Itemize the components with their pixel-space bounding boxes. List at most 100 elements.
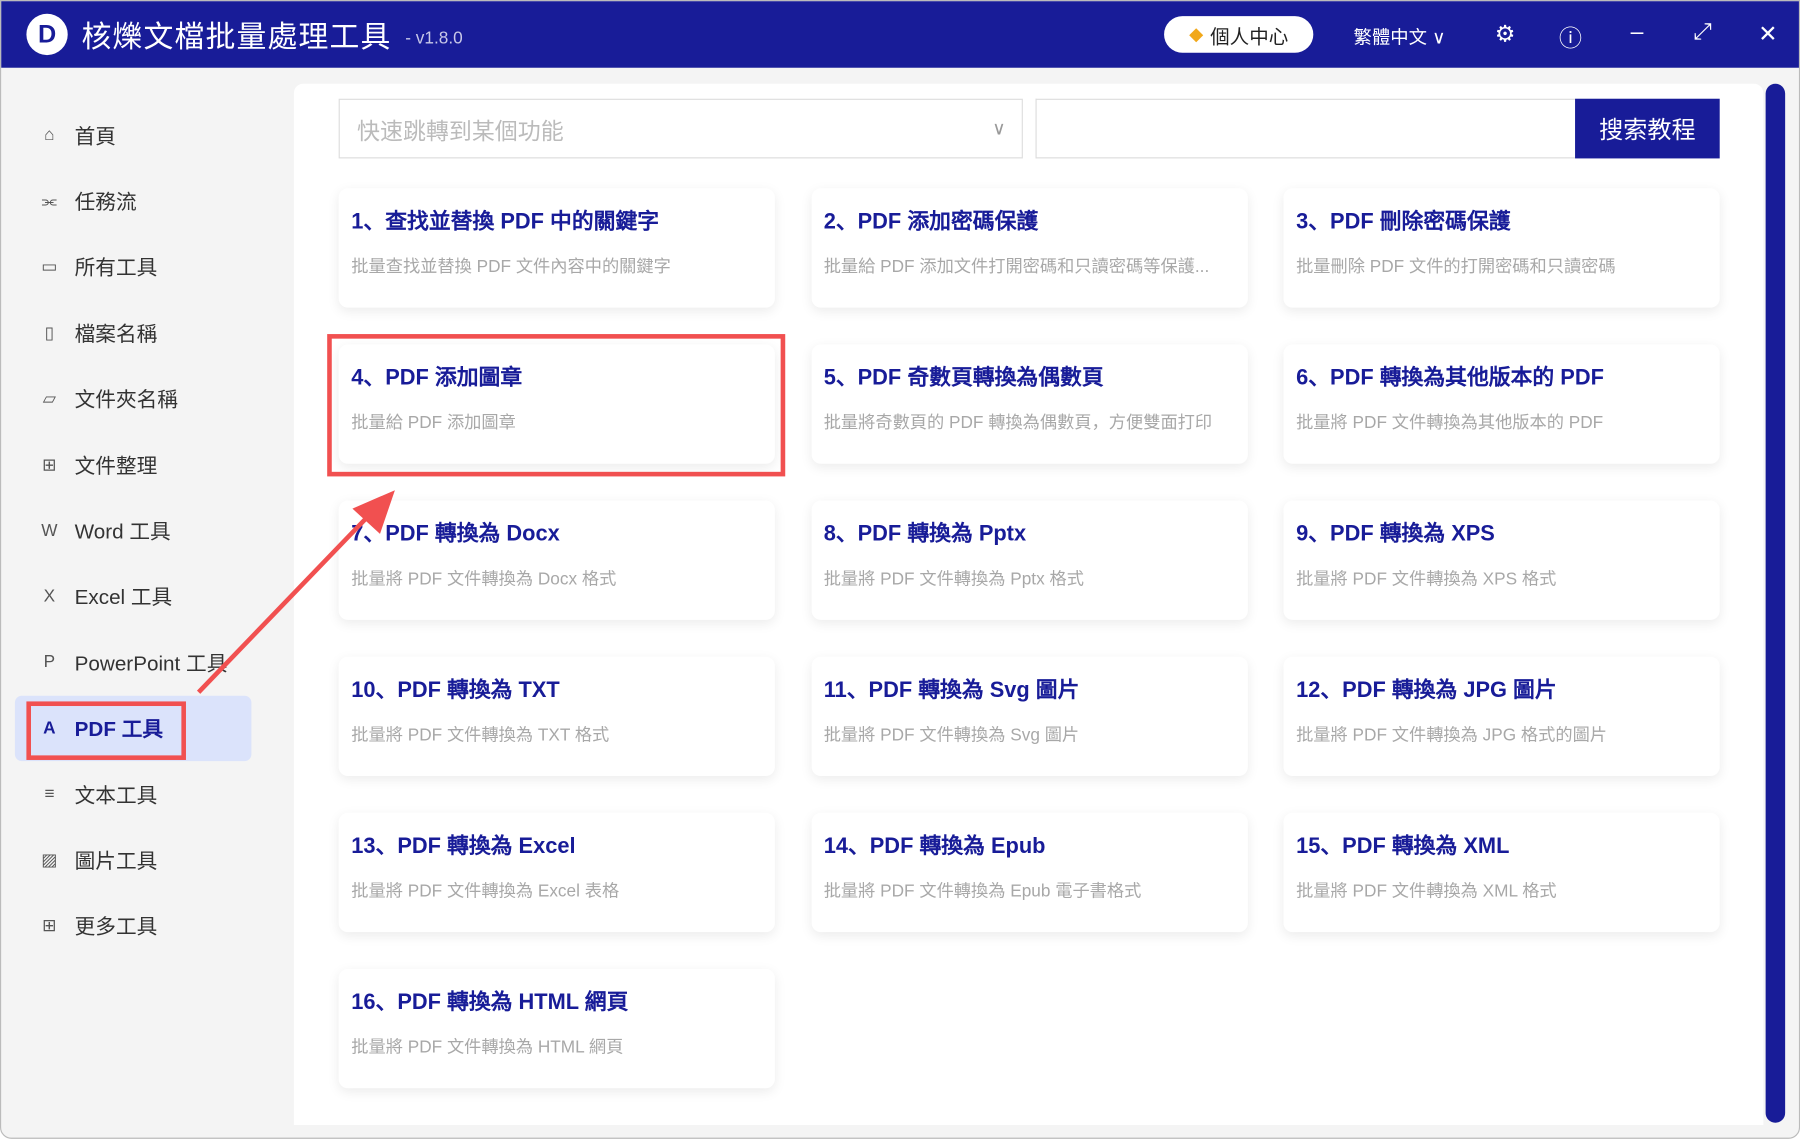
tool-card-title: 15、PDF 轉換為 XML	[1296, 834, 1510, 859]
sidebar-item-label: 文件夾名稱	[74, 388, 178, 412]
personal-center-button[interactable]: ◆ 個人中心	[1164, 16, 1314, 53]
tool-card-description: 批量將 PDF 文件轉換為 JPG 格式的圖片	[1296, 725, 1608, 746]
sidebar-item-label: 首頁	[74, 124, 116, 148]
tutorial-search-input[interactable]	[1035, 98, 1576, 159]
home-icon: ⌂	[44, 125, 55, 145]
tool-card[interactable]: 5、PDF 奇數頁轉換為偶數頁批量將奇數頁的 PDF 轉換為偶數頁，方便雙面打印	[811, 344, 1248, 464]
sidebar-item-label: 檔案名稱	[74, 322, 158, 346]
title-bar: D 核爍文檔批量處理工具 - v1.8.0 ◆ 個人中心 繁體中文 ∨ ⚙ ⓘ –…	[1, 1, 1799, 68]
tool-card-description: 批量將 PDF 文件轉換為 TXT 格式	[351, 725, 610, 746]
tool-card-description: 批量將奇數頁的 PDF 轉換為偶數頁，方便雙面打印	[823, 413, 1213, 433]
workflow-icon: ⫘	[41, 191, 58, 211]
language-select[interactable]: 繁體中文 ∨	[1353, 22, 1445, 50]
tool-card-description: 批量將 PDF 文件轉換為 XPS 格式	[1296, 569, 1557, 589]
jump-placeholder: 快速跳轉到某個功能	[357, 118, 564, 145]
tool-card-description: 批量查找並替換 PDF 文件內容中的關鍵字	[351, 257, 671, 277]
tool-card-description: 批量將 PDF 文件轉換為 Docx 格式	[351, 569, 617, 589]
card-highlight-box	[327, 334, 786, 477]
tool-card-title: 16、PDF 轉換為 HTML 網頁	[351, 990, 629, 1015]
word-icon: W	[41, 520, 58, 541]
tool-card-title: 8、PDF 轉換為 Pptx	[823, 522, 1027, 547]
tool-card-title: 2、PDF 添加密碼保護	[823, 210, 1039, 235]
maximize-icon[interactable]: ⤢	[1689, 20, 1717, 46]
tool-card[interactable]: 9、PDF 轉換為 XPS 批量將 PDF 文件轉換為 XPS 格式	[1283, 500, 1720, 620]
help-icon[interactable]: ⓘ	[1557, 20, 1585, 53]
tool-card[interactable]: 7、PDF 轉換為 Docx 批量將 PDF 文件轉換為 Docx 格式	[338, 500, 775, 620]
tool-card[interactable]: 2、PDF 添加密碼保護批量給 PDF 添加文件打開密碼和只讀密碼等保護...	[811, 188, 1248, 308]
tool-card-title: 10、PDF 轉換為 TXT	[351, 678, 560, 703]
file-icon: ▯	[44, 323, 55, 344]
tool-card-description: 批量將 PDF 文件轉換為 Excel 表格	[351, 881, 620, 902]
tool-card-description: 批量將 PDF 文件轉換為 XML 格式	[1296, 881, 1557, 902]
sidebar-item-label: 任務流	[74, 190, 137, 214]
tool-card[interactable]: 10、PDF 轉換為 TXT 批量將 PDF 文件轉換為 TXT 格式	[338, 656, 775, 777]
sidebar-item[interactable]: ⫘ 任務流	[15, 168, 251, 234]
sidebar-item[interactable]: ▭ 所有工具	[15, 234, 251, 300]
sidebar-item[interactable]: W Word 工具	[15, 497, 251, 563]
tool-card-description: 批量將 PDF 文件轉換為 Epub 電子書格式	[823, 881, 1142, 902]
language-label: 繁體中文	[1353, 28, 1427, 49]
excel-icon: X	[43, 586, 56, 607]
tool-card-title: 6、PDF 轉換為其他版本的 PDF	[1296, 366, 1604, 391]
monitor-icon: ▭	[41, 257, 58, 278]
sidebar: ⌂ 首頁 ⫘ 任務流 ▭ 所有工具 ▯ 檔案名稱 ▱ 文件夾名稱 ⊞ 文件整理 W Word 工具 X Exc…	[14, 102, 252, 959]
sidebar-item[interactable]: ≡ 文本工具	[15, 761, 251, 827]
tool-card-title: 13、PDF 轉換為 Excel	[351, 834, 576, 859]
chevron-down-icon: ∨	[1432, 28, 1446, 49]
personal-center-label: 個人中心	[1210, 25, 1289, 48]
tool-card[interactable]: 8、PDF 轉換為 Pptx 批量將 PDF 文件轉換為 Pptx 格式	[811, 500, 1248, 620]
tool-card[interactable]: 1、查找並替換 PDF 中的關鍵字批量查找並替換 PDF 文件內容中的關鍵字	[338, 188, 775, 308]
powerpoint-icon: P	[43, 652, 56, 672]
sidebar-item[interactable]: ▯ 檔案名稱	[15, 300, 251, 366]
tool-card-description: 批量刪除 PDF 文件的打開密碼和只讀密碼	[1296, 257, 1616, 277]
sidebar-item-label: 文件整理	[74, 454, 158, 478]
jump-to-feature-select[interactable]: 快速跳轉到某個功能 ∨	[338, 98, 1023, 159]
diamond-icon: ◆	[1189, 25, 1204, 45]
scrollbar[interactable]	[1765, 83, 1786, 1123]
close-icon[interactable]: ✕	[1754, 20, 1782, 49]
chevron-down-icon: ∨	[992, 119, 1006, 139]
tool-card-title: 1、查找並替換 PDF 中的關鍵字	[351, 210, 660, 235]
sidebar-item[interactable]: X Excel 工具	[15, 563, 251, 629]
app-title: 核爍文檔批量處理工具	[81, 18, 392, 54]
tool-card[interactable]: 14、PDF 轉換為 Epub 批量將 PDF 文件轉換為 Epub 電子書格式	[811, 812, 1248, 933]
minimize-icon[interactable]: –	[1623, 20, 1651, 46]
sidebar-item[interactable]: P PowerPoint 工具	[15, 629, 251, 695]
sidebar-item-label: 所有工具	[74, 256, 158, 280]
tool-card-description: 批量將 PDF 文件轉換為 Svg 圖片	[823, 725, 1080, 746]
sidebar-item[interactable]: ▨ 圖片工具	[15, 827, 251, 893]
tool-card[interactable]: 16、PDF 轉換為 HTML 網頁批量將 PDF 文件轉換為 HTML 網頁	[338, 968, 775, 1089]
tool-card[interactable]: 6、PDF 轉換為其他版本的 PDF 批量將 PDF 文件轉換為其他版本的 PDF	[1283, 344, 1720, 464]
sidebar-item[interactable]: ⊞ 更多工具	[15, 893, 251, 959]
tool-card[interactable]: 13、PDF 轉換為 Excel 批量將 PDF 文件轉換為 Excel 表格	[338, 812, 775, 933]
sidebar-item-label: Word 工具	[74, 520, 171, 544]
image-icon: ▨	[41, 850, 58, 871]
tool-card[interactable]: 3、PDF 刪除密碼保護批量刪除 PDF 文件的打開密碼和只讀密碼	[1283, 188, 1720, 308]
main-panel: 快速跳轉到某個功能 ∨ 搜索教程 1、查找並替換 PDF 中的關鍵字批量查找並替換…	[293, 83, 1764, 1126]
sidebar-item-label: 文本工具	[74, 783, 158, 807]
tool-card-description: 批量將 PDF 文件轉換為 Pptx 格式	[823, 569, 1084, 589]
tool-card[interactable]: 15、PDF 轉換為 XML 批量將 PDF 文件轉換為 XML 格式	[1283, 812, 1720, 933]
sidebar-item[interactable]: ⌂ 首頁	[15, 102, 251, 168]
sidebar-item-label: Excel 工具	[74, 585, 173, 609]
tool-card[interactable]: 11、PDF 轉換為 Svg 圖片 批量將 PDF 文件轉換為 Svg 圖片	[811, 656, 1248, 777]
sidebar-item-label: 圖片工具	[74, 849, 158, 873]
tool-card-title: 12、PDF 轉換為 JPG 圖片	[1296, 678, 1557, 703]
tool-card-title: 14、PDF 轉換為 Epub	[823, 834, 1046, 859]
app-window: D 核爍文檔批量處理工具 - v1.8.0 ◆ 個人中心 繁體中文 ∨ ⚙ ⓘ –…	[0, 0, 1800, 1139]
search-tutorial-button[interactable]: 搜索教程	[1575, 98, 1720, 159]
more-icon: ⊞	[42, 916, 57, 937]
tool-card[interactable]: 12、PDF 轉換為 JPG 圖片批量將 PDF 文件轉換為 JPG 格式的圖片	[1283, 656, 1720, 777]
settings-icon[interactable]: ⚙	[1491, 20, 1519, 49]
tool-card-description: 批量將 PDF 文件轉換為 HTML 網頁	[351, 1037, 624, 1058]
sidebar-item[interactable]: ▱ 文件夾名稱	[15, 366, 251, 432]
sidebar-item-label: PowerPoint 工具	[74, 651, 228, 675]
active-item-highlight-box	[26, 701, 186, 760]
sidebar-item[interactable]: ⊞ 文件整理	[15, 432, 251, 498]
tool-card-title: 3、PDF 刪除密碼保護	[1296, 210, 1511, 235]
app-logo-icon: D	[26, 13, 68, 56]
sidebar-item-label: 更多工具	[74, 915, 158, 939]
tool-card-title: 5、PDF 奇數頁轉換為偶數頁	[823, 366, 1104, 391]
tool-card-description: 批量將 PDF 文件轉換為其他版本的 PDF	[1296, 413, 1604, 433]
tool-card-description: 批量給 PDF 添加文件打開密碼和只讀密碼等保護...	[823, 257, 1210, 277]
